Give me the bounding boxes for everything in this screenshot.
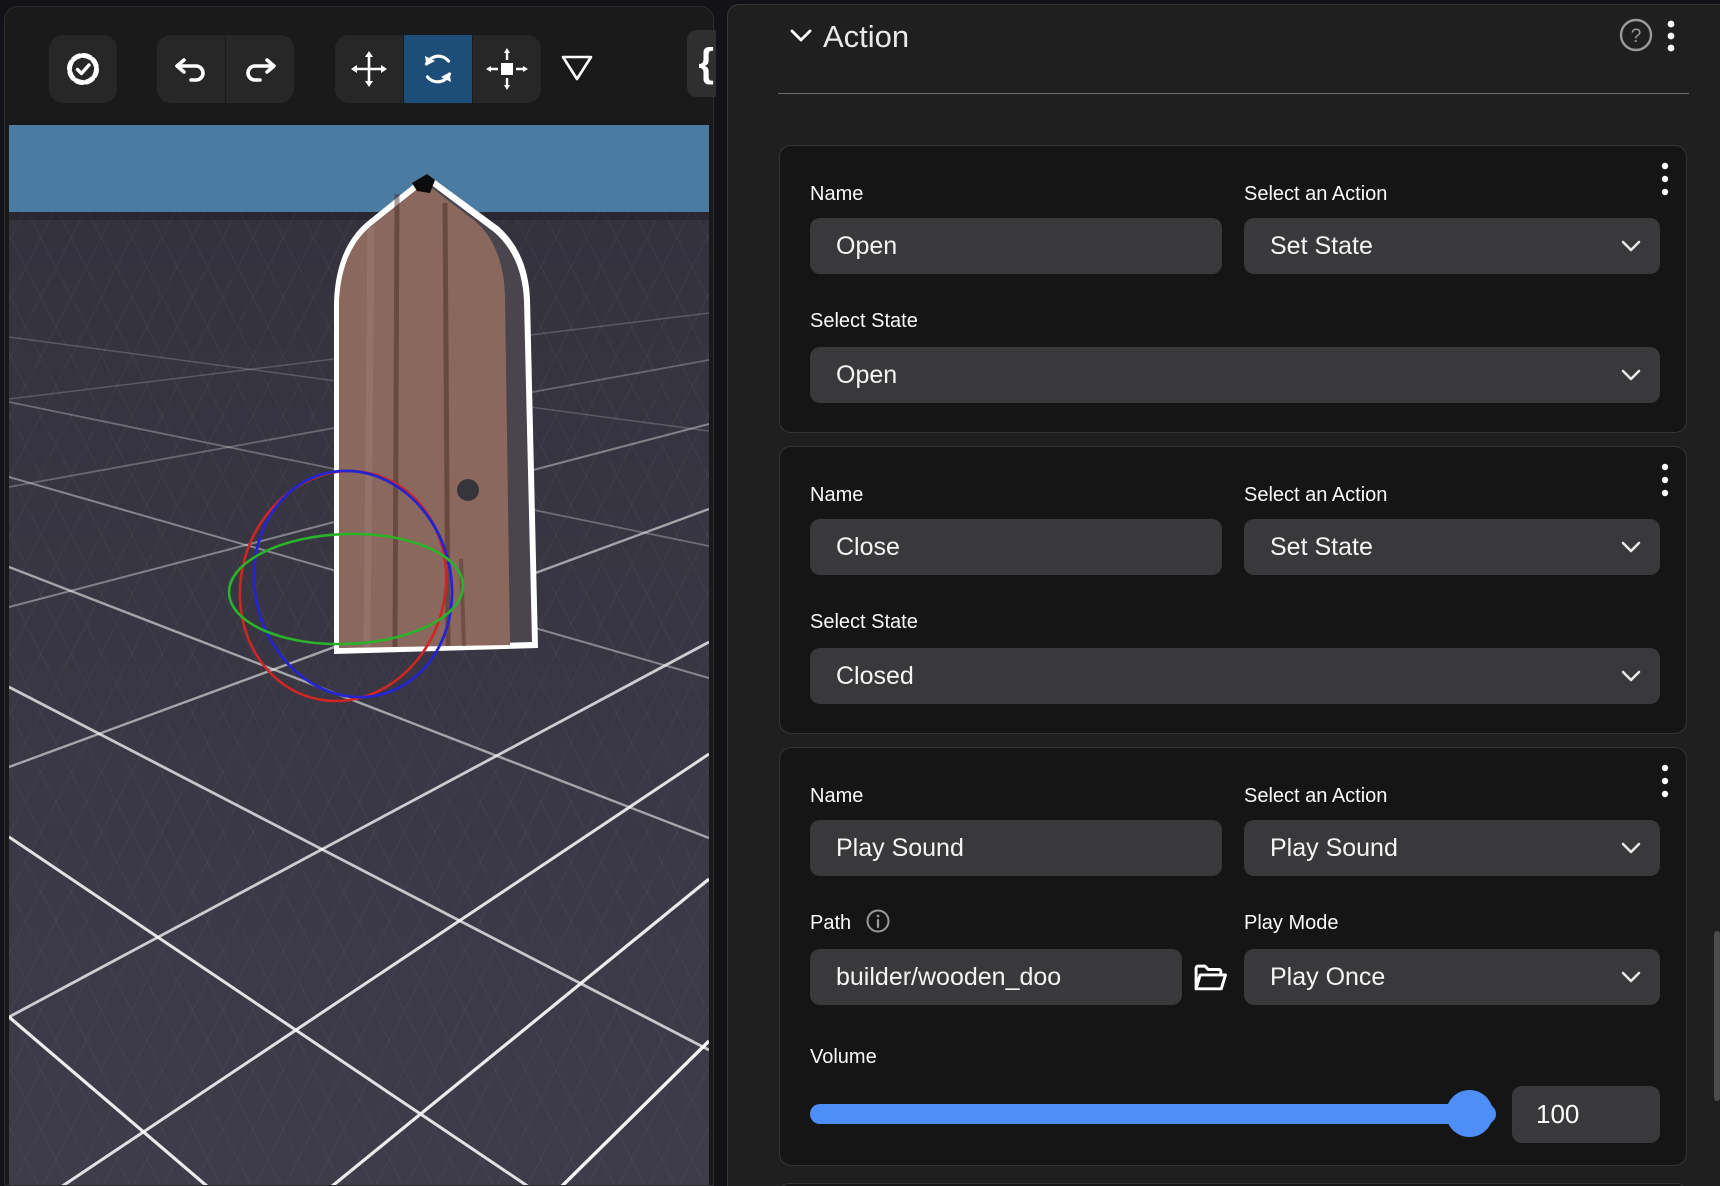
volume-value[interactable]: 100 bbox=[1512, 1086, 1660, 1143]
scale-tool-button[interactable] bbox=[473, 35, 541, 103]
triangle-down-outline-icon bbox=[559, 53, 595, 83]
seal-check-icon bbox=[63, 49, 103, 89]
card-kebab-menu-icon[interactable] bbox=[1660, 461, 1670, 503]
chevron-down-icon bbox=[1620, 667, 1642, 685]
chevron-down-icon bbox=[1620, 237, 1642, 255]
action-select[interactable]: Set State bbox=[1244, 519, 1660, 575]
undo-button[interactable] bbox=[157, 35, 225, 103]
gizmo-ring-z[interactable] bbox=[230, 450, 475, 719]
card-kebab-menu-icon[interactable] bbox=[1660, 762, 1670, 804]
action-select[interactable]: Set State bbox=[1244, 218, 1660, 274]
action-label: Select an Action bbox=[1244, 785, 1660, 808]
gizmo-ring-y[interactable] bbox=[227, 530, 465, 648]
action-label: Select an Action bbox=[1244, 183, 1660, 206]
rotate-tool-button[interactable] bbox=[404, 35, 472, 103]
action-card-play-sound: Name Select an Action Play Sound Play So… bbox=[779, 747, 1687, 1166]
scale-arrows-icon bbox=[485, 47, 529, 91]
undo-arrow-icon bbox=[172, 50, 210, 88]
action-label: Select an Action bbox=[1244, 484, 1660, 507]
redo-button[interactable] bbox=[226, 35, 294, 103]
action-card-close: Name Select an Action Close Set State Se… bbox=[779, 446, 1687, 734]
play-mode-label: Play Mode bbox=[1244, 912, 1660, 935]
state-label: Select State bbox=[810, 611, 1222, 634]
browse-folder-button[interactable] bbox=[1188, 956, 1232, 1000]
path-input[interactable]: builder/wooden_doo bbox=[810, 949, 1182, 1005]
app-window: { Action ? Name Select an Action bbox=[0, 0, 1720, 1186]
volume-label: Volume bbox=[810, 1046, 1222, 1069]
help-icon[interactable]: ? bbox=[1616, 15, 1656, 55]
viewport-canvas[interactable] bbox=[9, 119, 709, 1186]
chevron-down-icon bbox=[1620, 366, 1642, 384]
rotate-gizmo[interactable] bbox=[9, 119, 709, 1186]
info-icon[interactable] bbox=[865, 908, 891, 934]
panel-kebab-menu-icon[interactable] bbox=[1666, 17, 1676, 57]
chevron-down-icon bbox=[1620, 968, 1642, 986]
collapse-chevron-icon[interactable] bbox=[788, 25, 814, 47]
volume-slider-thumb[interactable] bbox=[1446, 1090, 1493, 1137]
action-card-open: Name Select an Action Open Set State Sel… bbox=[779, 145, 1687, 433]
code-panel-button[interactable]: { bbox=[687, 30, 716, 97]
viewport-container bbox=[4, 6, 714, 1186]
chevron-down-icon bbox=[1620, 839, 1642, 857]
name-input[interactable]: Play Sound bbox=[810, 820, 1222, 876]
name-label: Name bbox=[810, 785, 1222, 808]
chevron-down-icon bbox=[1620, 538, 1642, 556]
action-panel: Action ? Name Select an Action Open Set … bbox=[727, 4, 1720, 1186]
panel-scrollbar[interactable] bbox=[1714, 931, 1720, 1101]
name-label: Name bbox=[810, 484, 1222, 507]
header-divider bbox=[778, 93, 1689, 94]
gizmo-ring-x[interactable] bbox=[213, 446, 473, 725]
folder-open-icon bbox=[1191, 961, 1229, 995]
move-tool-button[interactable] bbox=[335, 35, 403, 103]
volume-slider[interactable] bbox=[810, 1104, 1496, 1124]
viewport-toolbar bbox=[5, 7, 713, 119]
play-mode-select[interactable]: Play Once bbox=[1244, 949, 1660, 1005]
rotate-circular-arrows-icon bbox=[417, 48, 459, 90]
state-select[interactable]: Closed bbox=[810, 648, 1660, 704]
svg-text:?: ? bbox=[1631, 26, 1642, 47]
panel-title: Action bbox=[823, 19, 909, 55]
move-arrows-icon bbox=[348, 48, 390, 90]
panel-header: Action ? bbox=[728, 5, 1720, 95]
name-input[interactable]: Close bbox=[810, 519, 1222, 575]
more-tools-button[interactable] bbox=[559, 53, 595, 88]
brace-glyph: { bbox=[698, 41, 714, 86]
name-label: Name bbox=[810, 183, 1222, 206]
card-kebab-menu-icon[interactable] bbox=[1660, 160, 1670, 202]
name-input[interactable]: Open bbox=[810, 218, 1222, 274]
settings-badge-button[interactable] bbox=[49, 35, 117, 103]
action-select[interactable]: Play Sound bbox=[1244, 820, 1660, 876]
redo-arrow-icon bbox=[241, 50, 279, 88]
state-select[interactable]: Open bbox=[810, 347, 1660, 403]
state-label: Select State bbox=[810, 310, 1222, 333]
